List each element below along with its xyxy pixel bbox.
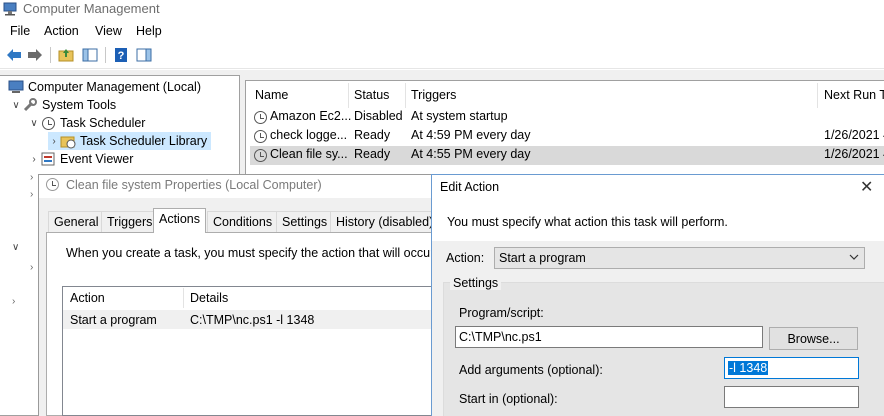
task-next-run: 1/26/2021 4 bbox=[824, 147, 884, 161]
up-folder-button[interactable] bbox=[56, 45, 76, 65]
back-icon bbox=[7, 49, 21, 61]
toolbar bbox=[0, 42, 884, 69]
menu-help[interactable]: Help bbox=[136, 24, 162, 38]
column-header-name[interactable]: Name bbox=[255, 88, 288, 102]
chevron-right-icon[interactable]: › bbox=[12, 296, 15, 307]
forward-button[interactable] bbox=[25, 45, 45, 65]
task-trigger: At system startup bbox=[411, 109, 508, 123]
settings-legend: Settings bbox=[450, 276, 502, 290]
chevron-down-icon[interactable] bbox=[848, 251, 860, 263]
browse-button[interactable]: Browse... bbox=[769, 327, 858, 350]
column-separator[interactable] bbox=[405, 83, 406, 108]
tab-actions[interactable]: Actions bbox=[153, 208, 206, 233]
tab-general[interactable]: General bbox=[48, 211, 105, 232]
task-name: Amazon Ec2... bbox=[270, 109, 352, 123]
action-select[interactable]: Start a program bbox=[494, 247, 865, 269]
event-viewer-icon bbox=[41, 152, 55, 166]
arguments-input[interactable]: -l 1348 bbox=[724, 357, 859, 379]
table-row[interactable]: Amazon Ec2... Disabled At system startup bbox=[250, 108, 884, 127]
tab-triggers[interactable]: Triggers bbox=[101, 211, 159, 232]
tools-icon bbox=[23, 98, 37, 112]
arguments-selected-text: -l 1348 bbox=[728, 361, 769, 375]
program-input[interactable]: C:\TMP\nc.ps1 bbox=[455, 326, 763, 348]
clock-icon bbox=[46, 178, 60, 192]
help-button[interactable]: ? bbox=[111, 45, 131, 65]
chevron-right-icon[interactable]: › bbox=[30, 172, 33, 183]
tree-item-root[interactable]: Computer Management (Local) bbox=[8, 78, 201, 96]
show-hide-tree-icon bbox=[82, 48, 98, 62]
tab-settings[interactable]: Settings bbox=[276, 211, 334, 232]
task-trigger: At 4:55 PM every day bbox=[411, 147, 531, 161]
chevron-right-icon[interactable]: › bbox=[48, 136, 60, 147]
action-type: Start a program bbox=[70, 313, 157, 327]
actions-column-action[interactable]: Action bbox=[70, 291, 105, 305]
tab-history[interactable]: History (disabled) bbox=[330, 211, 440, 232]
up-folder-icon bbox=[58, 49, 74, 62]
tree-item-label: Event Viewer bbox=[60, 152, 134, 166]
forward-icon bbox=[28, 49, 42, 61]
close-icon[interactable]: ✕ bbox=[860, 177, 873, 197]
task-next-run: 1/26/2021 4 bbox=[824, 128, 884, 142]
tree-item-event-viewer[interactable]: › Event Viewer bbox=[28, 150, 133, 168]
column-header-next-run[interactable]: Next Run Ti bbox=[824, 88, 884, 102]
column-separator[interactable] bbox=[183, 288, 184, 308]
start-in-label: Start in (optional): bbox=[459, 392, 558, 406]
back-button[interactable] bbox=[4, 45, 24, 65]
toolbar-separator bbox=[50, 47, 51, 63]
show-hide-action-icon bbox=[136, 48, 152, 62]
edit-action-intro: You must specify what action this task w… bbox=[447, 215, 728, 229]
edit-action-title: Edit Action bbox=[440, 180, 500, 194]
tab-conditions[interactable]: Conditions bbox=[207, 211, 279, 232]
tree-item-label: Task Scheduler bbox=[60, 116, 146, 130]
task-trigger: At 4:59 PM every day bbox=[411, 128, 531, 142]
task-name: Clean file sy... bbox=[270, 147, 348, 161]
task-status: Disabled bbox=[354, 109, 403, 123]
task-status: Ready bbox=[354, 147, 391, 161]
table-row[interactable]: check logge... Ready At 4:59 PM every da… bbox=[250, 127, 884, 146]
show-hide-tree-button[interactable] bbox=[80, 45, 100, 65]
tree-item-label: System Tools bbox=[42, 98, 117, 112]
arguments-label: Add arguments (optional): bbox=[459, 363, 603, 377]
table-row-partial bbox=[250, 166, 884, 174]
actions-table[interactable] bbox=[62, 286, 438, 416]
folder-clock-icon bbox=[60, 136, 76, 149]
task-status: Ready bbox=[354, 128, 391, 142]
help-icon: ? bbox=[115, 48, 127, 62]
table-row-selected[interactable]: Clean file sy... Ready At 4:55 PM every … bbox=[250, 146, 884, 165]
tree-item-label: Task Scheduler Library bbox=[80, 134, 208, 148]
tree-item-system-tools[interactable]: ∨ System Tools bbox=[10, 96, 116, 114]
clock-icon bbox=[40, 115, 56, 131]
tree-item-library[interactable]: › Task Scheduler Library bbox=[48, 132, 212, 150]
chevron-down-icon[interactable]: ∨ bbox=[10, 100, 22, 111]
actions-intro-text: When you create a task, you must specify… bbox=[66, 246, 447, 260]
chevron-right-icon[interactable]: › bbox=[30, 262, 33, 273]
tree-item-task-scheduler[interactable]: ∨ Task Scheduler bbox=[28, 114, 145, 132]
chevron-right-icon[interactable]: › bbox=[28, 154, 40, 165]
show-hide-action-pane-button[interactable] bbox=[134, 45, 154, 65]
computer-management-icon bbox=[3, 2, 17, 16]
menu-file[interactable]: File bbox=[10, 24, 30, 38]
program-label: Program/script: bbox=[459, 306, 544, 320]
action-label: Action: bbox=[446, 251, 485, 265]
column-separator[interactable] bbox=[348, 83, 349, 108]
column-separator[interactable] bbox=[817, 83, 818, 108]
column-header-triggers[interactable]: Triggers bbox=[411, 88, 456, 102]
chevron-right-icon[interactable]: › bbox=[30, 189, 33, 200]
action-details: C:\TMP\nc.ps1 -l 1348 bbox=[190, 313, 315, 327]
chevron-down-icon[interactable]: ∨ bbox=[12, 242, 19, 253]
menu-bar bbox=[0, 20, 884, 42]
computer-management-icon bbox=[8, 80, 24, 93]
tree-item-label: Computer Management (Local) bbox=[28, 80, 201, 94]
column-header-status[interactable]: Status bbox=[354, 88, 389, 102]
toolbar-separator bbox=[105, 47, 106, 63]
chevron-down-icon[interactable]: ∨ bbox=[28, 118, 40, 129]
menu-action[interactable]: Action bbox=[44, 24, 79, 38]
task-name: check logge... bbox=[270, 128, 348, 142]
window-title: Computer Management bbox=[23, 1, 160, 16]
svg-text:?: ? bbox=[118, 50, 125, 62]
menu-view[interactable]: View bbox=[95, 24, 122, 38]
start-in-input[interactable] bbox=[724, 386, 859, 408]
properties-dialog-title: Clean file system Properties (Local Comp… bbox=[66, 178, 322, 192]
actions-column-details[interactable]: Details bbox=[190, 291, 228, 305]
